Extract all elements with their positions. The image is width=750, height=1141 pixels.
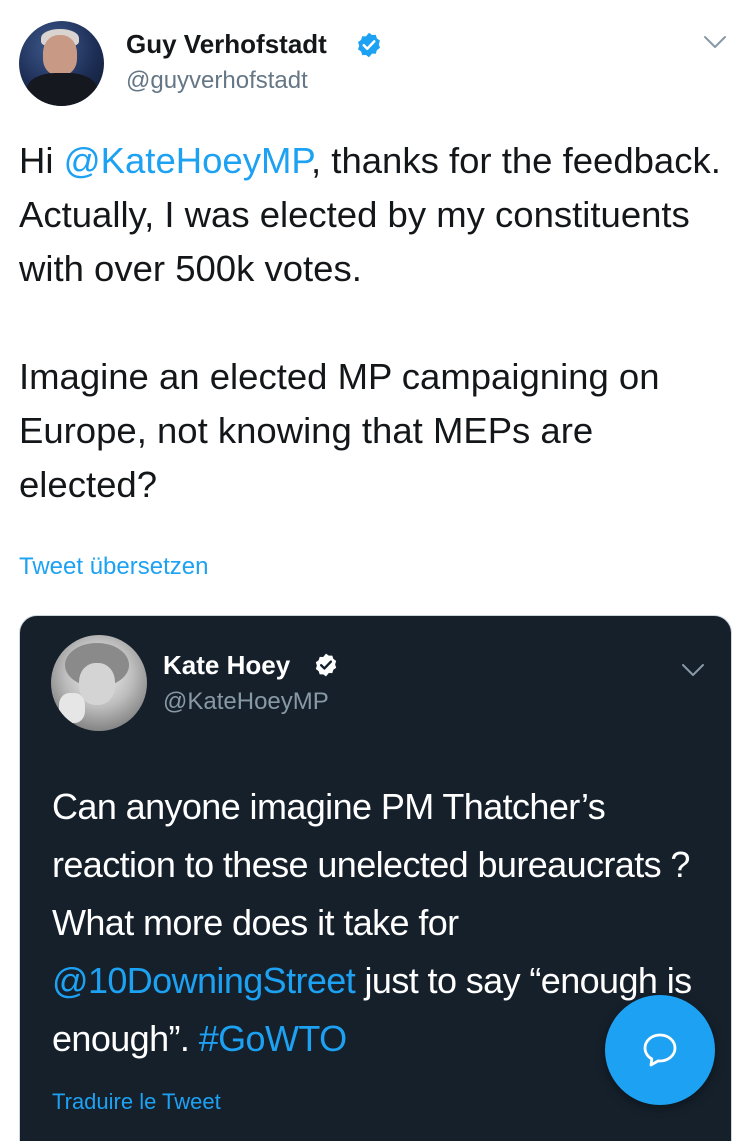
avatar-face-shape xyxy=(43,35,77,75)
verified-badge-icon xyxy=(315,653,337,677)
tweet-paragraph-2: Imagine an elected MP campaigning on Eur… xyxy=(19,356,660,505)
reply-fab-button[interactable] xyxy=(605,995,715,1105)
author-name[interactable]: Guy Verhofstadt xyxy=(126,29,327,60)
hashtag-link[interactable]: #GoWTO xyxy=(199,1018,347,1059)
quoted-author-name[interactable]: Kate Hoey xyxy=(163,650,290,681)
verified-badge-icon xyxy=(358,32,380,58)
quoted-author-avatar[interactable] xyxy=(51,635,147,731)
mention-link[interactable]: @KateHoeyMP xyxy=(64,140,311,181)
author-avatar[interactable] xyxy=(19,21,104,106)
avatar-face-shape xyxy=(79,663,115,705)
text-segment: Can anyone imagine PM Thatcher’s reactio… xyxy=(52,786,690,943)
avatar-body-shape xyxy=(27,73,97,106)
speech-bubble-icon xyxy=(643,1033,677,1067)
tweet-detail-view: Guy Verhofstadt @guyverhofstadt Hi @Kate… xyxy=(0,0,750,1141)
tweet-paragraph-1: Hi @KateHoeyMP, thanks for the feedback.… xyxy=(19,134,734,296)
translate-tweet-link[interactable]: Tweet übersetzen xyxy=(19,553,208,581)
translate-quoted-tweet-link[interactable]: Traduire le Tweet xyxy=(52,1089,221,1115)
chevron-down-icon[interactable] xyxy=(681,660,705,680)
text-segment: Hi xyxy=(19,140,64,181)
author-handle[interactable]: @guyverhofstadt xyxy=(126,67,308,95)
avatar-hand-shape xyxy=(59,693,85,723)
tweet-text: Hi @KateHoeyMP, thanks for the feedback.… xyxy=(19,134,734,512)
mention-link[interactable]: @10DowningStreet xyxy=(52,960,356,1001)
quoted-author-handle[interactable]: @KateHoeyMP xyxy=(163,688,329,716)
chevron-down-icon[interactable] xyxy=(703,32,727,52)
